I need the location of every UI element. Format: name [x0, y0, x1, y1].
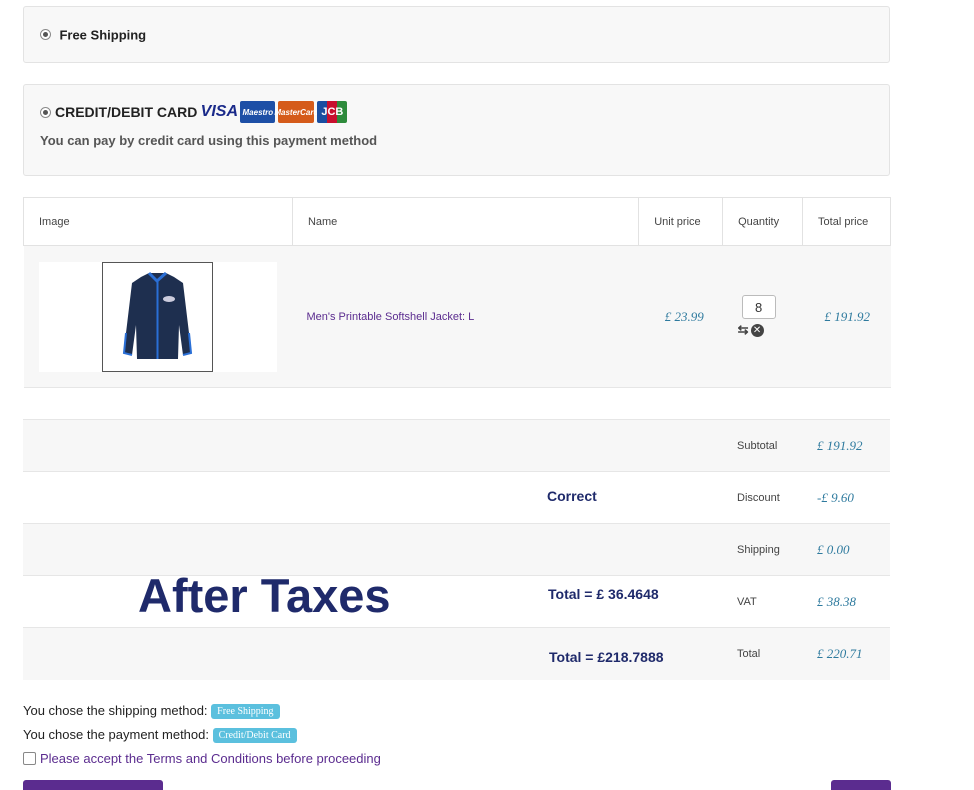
shipping-option-label: Free Shipping: [59, 27, 147, 43]
total-row: Total £ 220.71: [23, 627, 890, 680]
payment-summary: You chose the payment method: Credit/Deb…: [23, 727, 297, 744]
unit-price: £ 23.99: [664, 308, 704, 324]
discount-value: -£ 9.60: [817, 490, 854, 505]
item-total-price: £ 191.92: [824, 308, 871, 324]
quantity-input[interactable]: 8: [741, 295, 776, 319]
confirm-button[interactable]: [831, 780, 891, 790]
terms-link[interactable]: Please accept the Terms and Conditions b…: [40, 751, 381, 766]
vat-label: VAT: [737, 596, 757, 608]
total-value: £ 220.71: [817, 646, 863, 661]
subtotal-row: Subtotal £ 191.92: [23, 419, 890, 472]
vat-value: £ 38.38: [817, 594, 856, 609]
shipping-value: £ 0.00: [817, 542, 850, 557]
header-unit-price: Unit price: [638, 197, 724, 246]
subtotal-label: Subtotal: [737, 440, 778, 452]
payment-option-label: CREDIT/DEBIT CARD: [55, 104, 198, 120]
annotation-correct: Correct: [547, 488, 597, 504]
total-label: Total: [737, 648, 761, 660]
jacket-image: [122, 271, 192, 359]
payment-option-panel: CREDIT/DEBIT CARD VISA Maestro MasterCar…: [23, 84, 890, 176]
discount-row: Discount -£ 9.60: [23, 471, 890, 524]
header-quantity: Quantity: [722, 197, 804, 246]
shipping-summary: You chose the shipping method: Free Ship…: [23, 703, 280, 720]
cart-header-row: Image Name Unit price Quantity Total pri…: [23, 197, 891, 246]
terms-checkbox[interactable]: [23, 752, 36, 765]
shipping-radio[interactable]: [40, 29, 51, 41]
shipping-label: Shipping: [737, 544, 780, 556]
shipping-badge: Free Shipping: [211, 704, 280, 720]
annotation-total-a: Total = £ 36.4648: [548, 586, 659, 602]
terms-row: Please accept the Terms and Conditions b…: [23, 751, 381, 766]
remove-icon[interactable]: ✕: [750, 323, 764, 337]
discount-label: Discount: [737, 492, 780, 504]
cart-table: Image Name Unit price Quantity Total pri…: [23, 197, 891, 388]
payment-radio[interactable]: [40, 106, 51, 118]
annotation-after-taxes: After Taxes: [138, 569, 391, 622]
annotation-total-b: Total = £218.7888: [549, 649, 664, 665]
header-total-price: Total price: [802, 197, 891, 246]
product-name-link[interactable]: Men's Printable Softshell Jacket: L: [306, 311, 474, 323]
mastercard-logo: MasterCard: [274, 101, 318, 123]
card-logos: VISA Maestro MasterCard JCB: [200, 101, 348, 123]
cart-item-row: Men's Printable Softshell Jacket: L £ 23…: [23, 245, 891, 388]
payment-description: You can pay by credit card using this pa…: [40, 133, 378, 148]
visa-logo: VISA: [200, 103, 239, 120]
header-name: Name: [292, 197, 640, 246]
back-button[interactable]: [23, 780, 163, 790]
product-image-frame[interactable]: [38, 261, 277, 372]
shipping-summary-text: You chose the shipping method:: [23, 703, 208, 718]
shipping-option-panel: Free Shipping: [23, 6, 890, 63]
maestro-logo: Maestro: [240, 101, 276, 123]
header-image: Image: [23, 197, 293, 246]
payment-badge: Credit/Debit Card: [212, 728, 297, 744]
subtotal-value: £ 191.92: [817, 438, 863, 453]
payment-summary-text: You chose the payment method:: [23, 727, 209, 742]
jcb-logo: JCB: [317, 101, 348, 123]
refresh-icon[interactable]: ⇆: [738, 322, 749, 338]
